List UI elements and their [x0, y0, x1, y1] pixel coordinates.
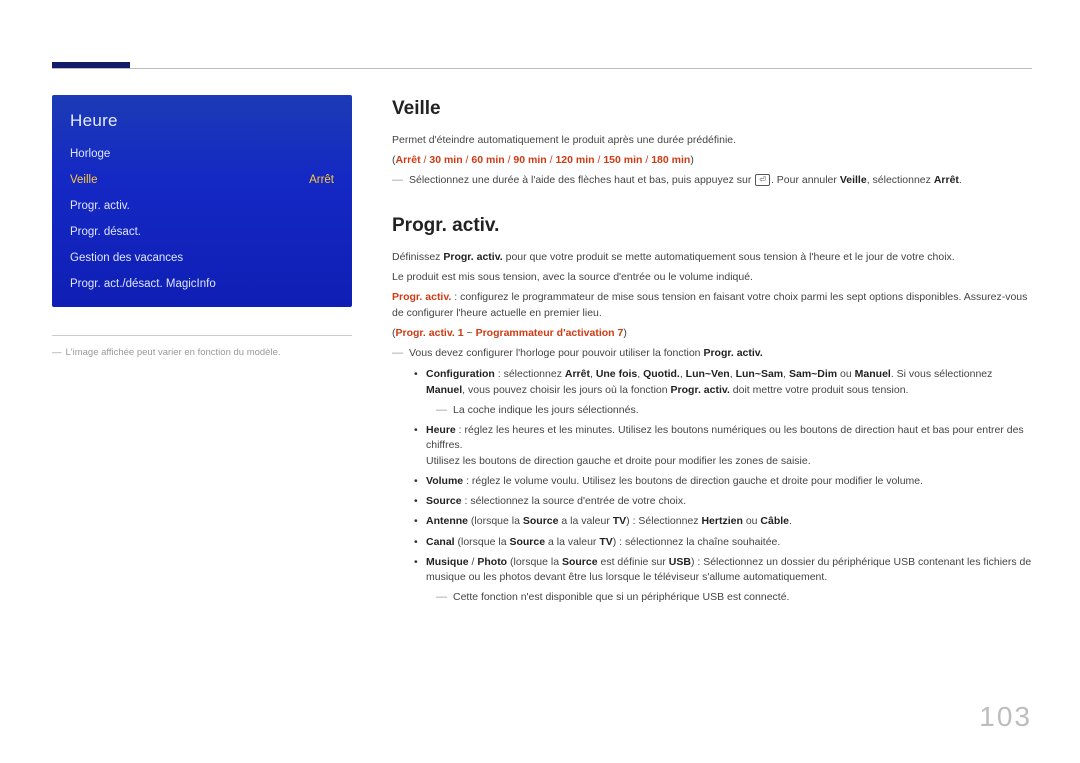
main-content: Veille Permet d'éteindre automatiquement… — [392, 95, 1032, 612]
progr-options: (Progr. activ. 1 ~ Programmateur d'activ… — [392, 326, 1032, 341]
page-number: 103 — [979, 701, 1032, 733]
osd-menu-title: Heure — [52, 95, 352, 141]
bullet-heure: • Heure : réglez les heures et les minut… — [414, 423, 1032, 469]
osd-menu-item-veille[interactable]: Veille Arrêt — [52, 167, 352, 193]
osd-menu-item-magicinfo[interactable]: Progr. act./désact. MagicInfo — [52, 271, 352, 297]
sidebar: Heure Horloge Veille Arrêt Progr. activ.… — [52, 95, 392, 612]
bullet-canal: • Canal (lorsque la Source a la valeur T… — [414, 535, 1032, 550]
veille-intro: Permet d'éteindre automatiquement le pro… — [392, 133, 1032, 148]
bullet-musique-photo-sub: ―Cette fonction n'est disponible que si … — [436, 590, 1032, 605]
sidebar-footnote: ―L'image affichée peut varier en fonctio… — [52, 346, 352, 360]
progr-note-clock: ― Vous devez configurer l'horloge pour p… — [392, 346, 1032, 361]
bullet-configuration: • Configuration : sélectionnez Arrêt, Un… — [414, 367, 1032, 397]
progr-p1: Définissez Progr. activ. pour que votre … — [392, 250, 1032, 265]
bullet-source: • Source : sélectionnez la source d'entr… — [414, 494, 1032, 509]
osd-menu-item-horloge[interactable]: Horloge — [52, 141, 352, 167]
osd-menu-panel: Heure Horloge Veille Arrêt Progr. activ.… — [52, 95, 352, 307]
progr-p3: Progr. activ. : configurez le programmat… — [392, 290, 1032, 320]
section-heading-progr-activ: Progr. activ. — [392, 212, 1032, 240]
bullet-volume: • Volume : réglez le volume voulu. Utili… — [414, 474, 1032, 489]
progr-p2: Le produit est mis sous tension, avec la… — [392, 270, 1032, 285]
section-heading-veille: Veille — [392, 95, 1032, 123]
bullet-configuration-sub: ―La coche indique les jours sélectionnés… — [436, 403, 1032, 418]
page-layout: Heure Horloge Veille Arrêt Progr. activ.… — [52, 95, 1032, 612]
sidebar-divider: ―L'image affichée peut varier en fonctio… — [52, 335, 352, 360]
veille-options: (Arrêt / 30 min / 60 min / 90 min / 120 … — [392, 153, 1032, 168]
header-divider — [52, 68, 1032, 69]
osd-menu-item-progr-desact[interactable]: Progr. désact. — [52, 219, 352, 245]
bullet-antenne: • Antenne (lorsque la Source a la valeur… — [414, 514, 1032, 529]
enter-icon: ⏎ — [755, 174, 770, 186]
progr-bullet-list: • Configuration : sélectionnez Arrêt, Un… — [414, 367, 1032, 605]
bullet-musique-photo: • Musique / Photo (lorsque la Source est… — [414, 555, 1032, 585]
osd-menu-item-gestion-vacances[interactable]: Gestion des vacances — [52, 245, 352, 271]
veille-note: ― Sélectionnez une durée à l'aide des fl… — [392, 173, 1032, 188]
osd-menu-item-progr-activ[interactable]: Progr. activ. — [52, 193, 352, 219]
